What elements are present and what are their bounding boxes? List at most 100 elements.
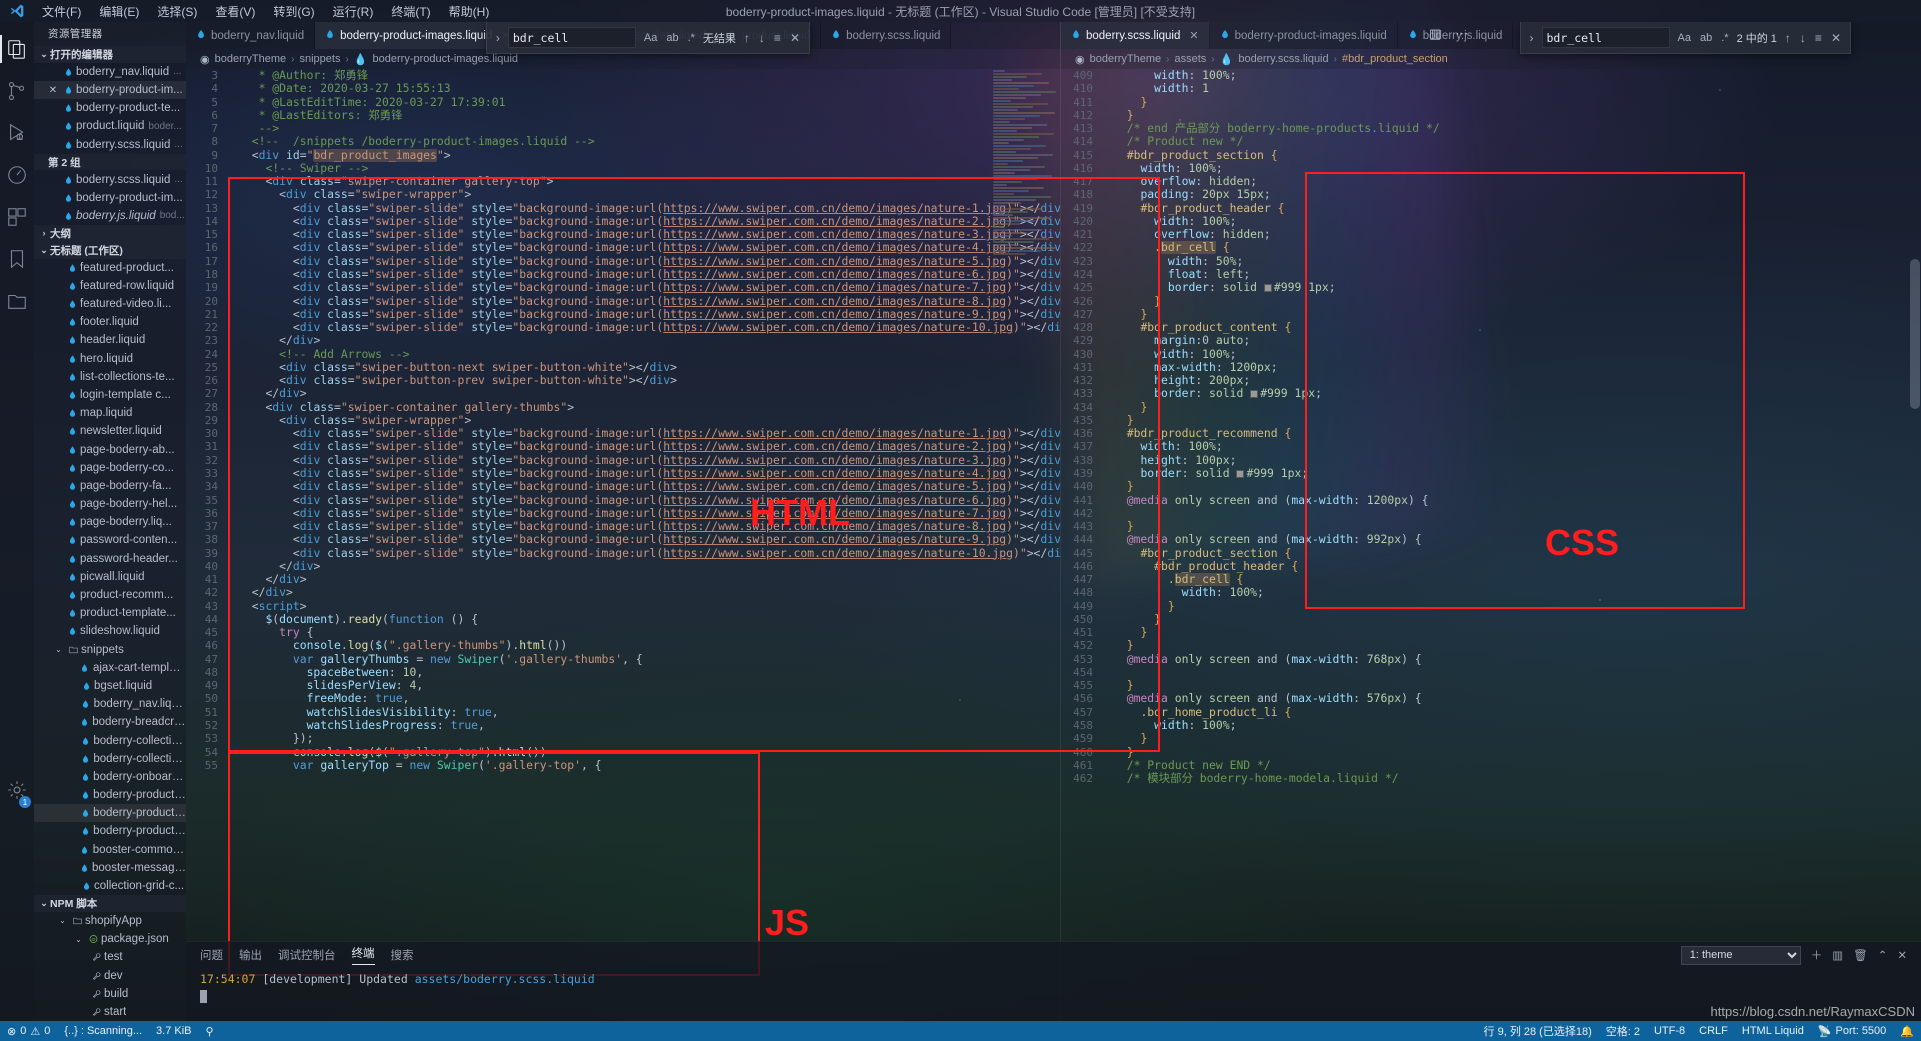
code-line[interactable]: 452 } [1061, 639, 1921, 652]
code-line[interactable]: 456 @media only screen and (max-width: 5… [1061, 692, 1921, 705]
code-line[interactable]: 36 <div class="swiper-slide" style="back… [186, 507, 1060, 520]
code-line[interactable]: 418 padding: 20px 15px; [1061, 188, 1921, 201]
status-scanning[interactable]: {..} : Scanning... [57, 1021, 149, 1041]
code-line[interactable]: 42 </div> [186, 586, 1060, 599]
code-line[interactable]: 410 width: 1 [1061, 82, 1921, 95]
code-line[interactable]: 5 * @LastEditTime: 2020-03-27 17:39:01 [186, 96, 1060, 109]
code-line[interactable]: 458 width: 100%; [1061, 719, 1921, 732]
terminal-selector[interactable]: 1: theme [1680, 945, 1801, 965]
list-item[interactable]: boderry_nav.liquid... [34, 63, 186, 81]
open-editors-list[interactable]: boderry_nav.liquid... ✕ boderry-product-im… [34, 63, 186, 154]
code-line[interactable]: 423 width: 50%; [1061, 255, 1921, 268]
find-widget-left[interactable]: › Aa ab .* 无结果 ↑ ↓ ≡ ✕ [485, 22, 810, 54]
list-item[interactable]: featured-row.liquid [34, 277, 186, 295]
panel-tab-terminal[interactable]: 终端 [351, 945, 375, 965]
code-line[interactable]: 10 <!-- Swiper --> [186, 162, 1060, 175]
list-item[interactable]: boderry_nav.liquid [34, 695, 186, 713]
code-line[interactable]: 421 overflow: hidden; [1061, 228, 1921, 241]
code-line[interactable]: 9 <div id="bdr_product_images"> [186, 148, 1060, 162]
activity-bar[interactable]: 1 [0, 22, 34, 1021]
code-line[interactable]: 459 } [1061, 732, 1921, 745]
list-item[interactable]: list-collections-te... [34, 368, 186, 386]
new-terminal-icon[interactable]: ＋ [1811, 947, 1823, 963]
list-item[interactable]: product.liquid boder... [34, 117, 186, 135]
code-line[interactable]: 444 @media only screen and (max-width: 9… [1061, 533, 1921, 546]
list-item[interactable]: page-boderry-ab... [34, 440, 186, 458]
code-line[interactable]: 454 [1061, 666, 1921, 679]
npm-script-test[interactable]: test [34, 948, 186, 966]
code-line[interactable]: 21 <div class="swiper-slide" style="back… [186, 308, 1060, 321]
code-line[interactable]: 52 watchSlidesProgress: true, [186, 719, 1060, 732]
menu-edit[interactable]: 编辑(E) [91, 1, 147, 22]
panel-tab-problems[interactable]: 问题 [200, 947, 223, 963]
code-line[interactable]: 460 } [1061, 746, 1921, 759]
code-line[interactable]: 22 <div class="swiper-slide" style="back… [186, 321, 1060, 334]
code-line[interactable]: 39 <div class="swiper-slide" style="back… [186, 547, 1060, 560]
list-item[interactable]: boderry-onboard... [34, 768, 186, 786]
list-item[interactable]: boderry-product-... [34, 804, 186, 823]
editor-actions-left[interactable]: ▥ ⋯ [1429, 26, 1468, 42]
group-2-list[interactable]: boderry.scss.liquid... boderry-product-im… [34, 170, 186, 225]
code-line[interactable]: 53 }); [186, 732, 1060, 745]
find-widget-right[interactable]: › Aa ab .* 2 中的 1 ↑ ↓ ≡ ✕ [1519, 22, 1851, 54]
activity-project-manager-icon[interactable] [0, 280, 34, 322]
code-line[interactable]: 44 $(document).ready(function () { [186, 613, 1060, 626]
code-line[interactable]: 31 <div class="swiper-slide" style="back… [186, 440, 1060, 453]
editor-right-tab-0[interactable]: boderry.scss.liquid ✕ [1061, 22, 1210, 49]
panel-actions[interactable]: 1: theme ＋ ▥ 🗑 ⌃ ✕ [1680, 945, 1907, 965]
npm-scripts-list[interactable]: ⌄ shopifyApp ⌄ @ package.json test dev bu… [34, 912, 186, 1021]
code-line[interactable]: 438 height: 100px; [1061, 454, 1921, 467]
match-whole-word-icon-right[interactable]: ab [1699, 32, 1713, 44]
breadcrumb-item-2[interactable]: boderry-product-images.liquid [373, 53, 519, 65]
code-lines-right[interactable]: 409 width: 100%; 410 width: 1 411 } 412 } 41… [1061, 69, 1921, 1021]
code-line[interactable]: 436 #bdr_product_recommend { [1061, 427, 1921, 440]
list-item[interactable]: page-boderry-hel... [34, 495, 186, 513]
breadcrumb-right-item-1[interactable]: assets [1175, 53, 1207, 65]
code-line[interactable]: 419 #bdr_product_header { [1061, 202, 1921, 215]
close-icon[interactable]: ✕ [46, 85, 60, 96]
code-line[interactable]: 47 var galleryThumbs = new Swiper('.gall… [186, 653, 1060, 666]
code-line[interactable]: 28 <div class="swiper-container gallery-… [186, 401, 1060, 414]
list-item[interactable]: ajax-cart-templat... [34, 659, 186, 677]
code-line[interactable]: 447 .bdr_cell { [1061, 573, 1921, 587]
panel-tab-search[interactable]: 搜索 [391, 947, 414, 963]
maximize-panel-icon[interactable]: ⌃ [1878, 948, 1888, 962]
menu-terminal[interactable]: 终端(T) [383, 1, 438, 22]
status-sync-icon[interactable]: ⚲ [198, 1021, 220, 1041]
code-line[interactable]: 414 /* Product new */ [1061, 135, 1921, 148]
code-line[interactable]: 45 try { [186, 626, 1060, 639]
list-item[interactable]: map.liquid [34, 404, 186, 422]
status-live-server-port[interactable]: 📡 Port: 5500 [1811, 1021, 1893, 1041]
code-line[interactable]: 424 float: left; [1061, 268, 1921, 281]
list-item[interactable]: header.liquid [34, 331, 186, 349]
code-line[interactable]: 455 } [1061, 679, 1921, 692]
code-line[interactable]: 55 var galleryTop = new Swiper('.gallery… [186, 759, 1060, 772]
status-bar[interactable]: ⊗ 0 ⚠ 0 {..} : Scanning... 3.7 KiB ⚲ 行 9… [0, 1021, 1921, 1041]
use-regex-icon-right[interactable]: .* [1720, 32, 1729, 44]
code-line[interactable]: 409 width: 100%; [1061, 69, 1921, 82]
list-item[interactable]: slideshow.liquid [34, 622, 186, 640]
code-line[interactable]: 13 <div class="swiper-slide" style="back… [186, 202, 1060, 215]
code-line[interactable]: 54 console.log($(".gallery-top").html()) [186, 746, 1060, 759]
find-next-icon[interactable]: ↓ [758, 31, 766, 45]
code-line[interactable]: 427 } [1061, 308, 1921, 321]
code-line[interactable]: 446 #bdr_product_header { [1061, 560, 1921, 573]
activity-run-debug-icon[interactable] [0, 112, 34, 154]
code-line[interactable]: 413 /* end 产品部分 boderry-home-products.li… [1061, 122, 1921, 135]
code-line[interactable]: 43 <script> [186, 600, 1060, 613]
list-item[interactable]: featured-product... [34, 259, 186, 277]
code-line[interactable]: 16 <div class="swiper-slide" style="back… [186, 241, 1060, 254]
activity-source-control-icon[interactable] [0, 70, 34, 112]
list-item[interactable]: boderry-collectio... [34, 750, 186, 768]
code-line[interactable]: 29 <div class="swiper-wrapper"> [186, 414, 1060, 427]
code-line[interactable]: 445 #bdr_product_section { [1061, 547, 1921, 560]
find-expand-chevron-icon-right[interactable]: › [1529, 31, 1535, 45]
list-item[interactable]: hero.liquid [34, 350, 186, 368]
find-input-left[interactable] [507, 27, 636, 48]
activity-test-icon[interactable] [0, 154, 34, 196]
list-item[interactable]: booster-common... [34, 841, 186, 859]
list-item[interactable]: boderry-product-te... [34, 99, 186, 117]
menu-run[interactable]: 运行(R) [325, 1, 382, 22]
code-line[interactable]: 49 slidesPerView: 4, [186, 679, 1060, 692]
code-line[interactable]: 411 } [1061, 96, 1921, 109]
